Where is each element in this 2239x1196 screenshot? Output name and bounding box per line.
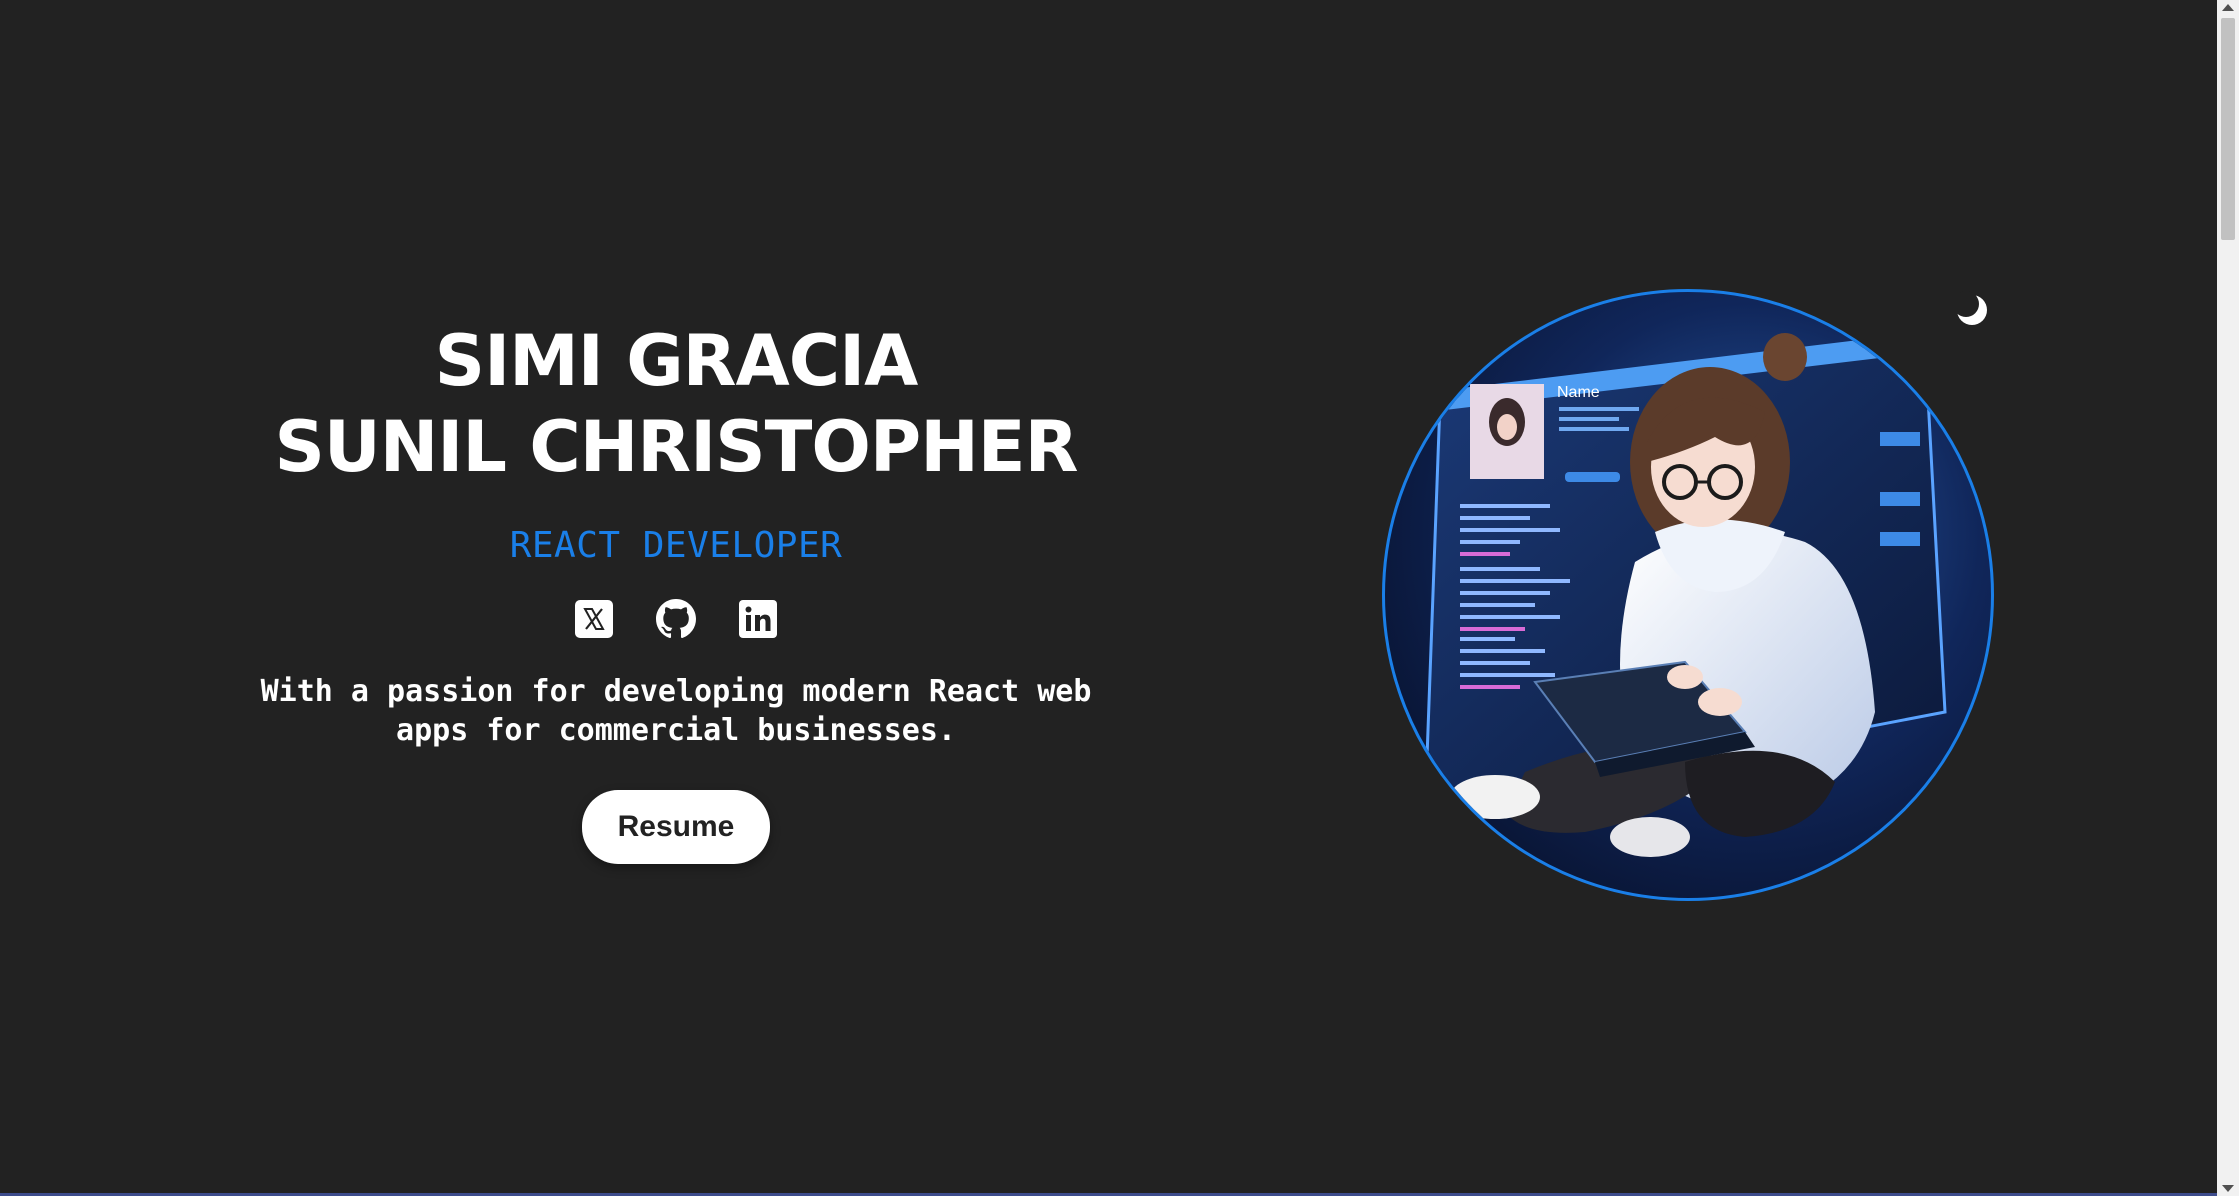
social-links <box>176 598 1176 640</box>
hero-intro: SIMI GRACIA SUNIL CHRISTOPHER REACT DEVE… <box>176 318 1176 864</box>
hero-name: SIMI GRACIA SUNIL CHRISTOPHER <box>176 318 1176 490</box>
linkedin-link[interactable] <box>737 598 779 640</box>
linkedin-icon <box>739 600 777 638</box>
name-line-1: SIMI GRACIA <box>434 320 919 402</box>
vertical-scrollbar[interactable] <box>2217 0 2239 1196</box>
x-twitter-icon <box>575 600 613 638</box>
role-title: REACT DEVELOPER <box>509 525 843 566</box>
resume-button[interactable]: Resume <box>581 790 771 864</box>
scroll-down-icon[interactable] <box>2222 1185 2234 1192</box>
name-line-2: SUNIL CHRISTOPHER <box>274 406 1078 488</box>
scroll-up-icon[interactable] <box>2222 4 2234 11</box>
theme-toggle-button[interactable] <box>1952 290 1992 330</box>
developer-avatar-illustration: Name <box>1423 332 1947 857</box>
screen-name-label: Name <box>1557 384 1600 401</box>
scrollbar-thumb[interactable] <box>2221 18 2235 240</box>
x-twitter-link[interactable] <box>573 598 615 640</box>
portfolio-page: SIMI GRACIA SUNIL CHRISTOPHER REACT DEVE… <box>0 0 2239 1196</box>
avatar: Name <box>1382 289 1994 901</box>
github-link[interactable] <box>655 598 697 640</box>
github-icon <box>656 599 696 639</box>
tagline: With a passion for developing modern Rea… <box>260 674 1092 748</box>
moon-icon <box>1953 291 1987 325</box>
